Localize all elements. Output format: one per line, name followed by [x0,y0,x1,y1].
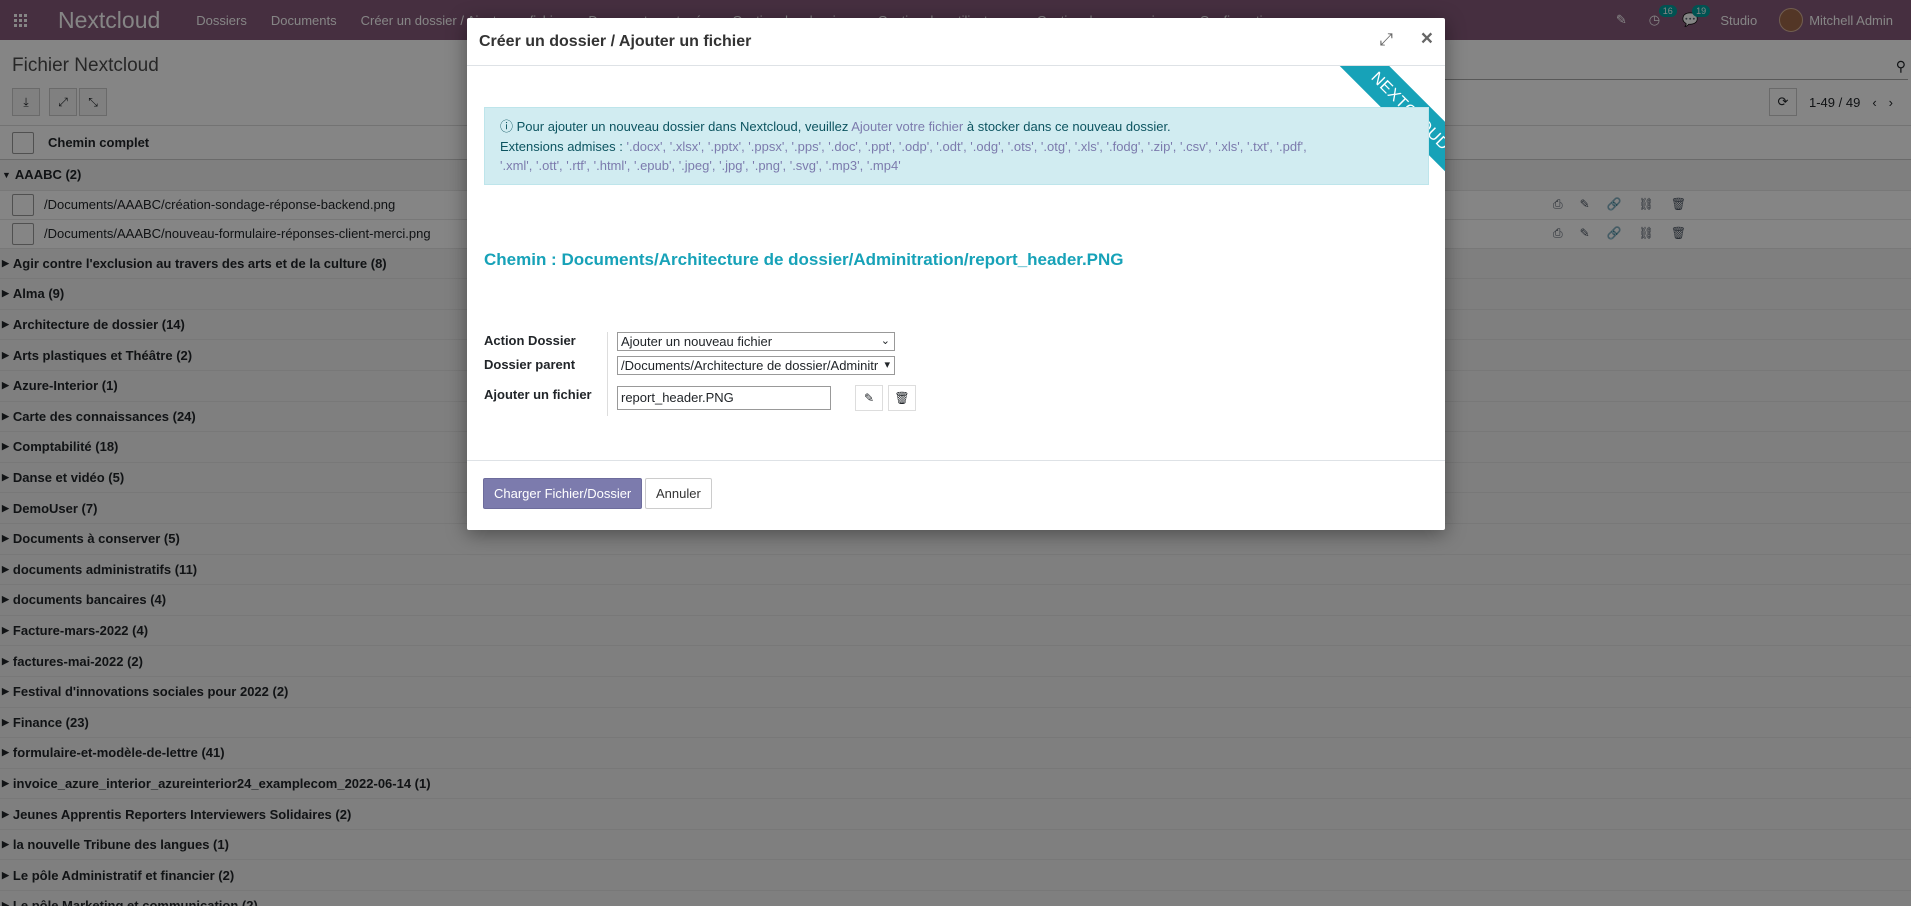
action-label: Action Dossier [484,333,576,348]
chevron-down-icon: ⌄ [880,335,890,347]
parent-folder-value: /Documents/Architecture de dossier/Admin… [621,358,879,373]
action-select-value: Ajouter un nouveau fichier [621,334,773,349]
form-separator [607,332,608,416]
alert-text-suffix: à stocker dans ce nouveau dossier. [966,119,1171,134]
close-icon[interactable]: × [1421,27,1433,51]
dialog-header: Créer un dossier / Ajouter un fichier ⤢ … [467,18,1445,66]
file-label: Ajouter un fichier [484,387,592,402]
extensions-label: Extensions admises : [500,138,623,154]
alert-link[interactable]: Ajouter votre fichier [851,119,963,134]
dialog-footer: Charger Fichier/Dossier Annuler [467,460,1445,530]
parent-folder-select[interactable]: /Documents/Architecture de dossier/Admin… [617,356,895,375]
info-alert: ⓘ Pour ajouter un nouveau dossier dans N… [484,107,1429,185]
action-select[interactable]: Ajouter un nouveau fichier ⌄ [617,332,895,351]
cancel-button[interactable]: Annuler [645,478,712,509]
extensions-list-1: '.docx', '.xlsx', '.pptx', '.ppsx', '.pp… [626,138,1307,154]
caret-down-icon: ▾ [884,359,890,371]
extensions-list-2: '.xml', '.ott', '.rtf', '.html', '.epub'… [500,158,901,173]
file-name-field[interactable]: report_header.PNG [617,386,831,410]
delete-file-button[interactable]: 🗑 [888,385,916,411]
parent-label: Dossier parent [484,357,576,372]
trash-icon: 🗑 [894,391,910,405]
alert-text-prefix: Pour ajouter un nouveau dossier dans Nex… [516,119,849,134]
file-name-value: report_header.PNG [621,390,734,405]
edit-file-button[interactable]: ✎ [855,385,883,411]
path-title: Chemin : Documents/Architecture de dossi… [484,250,1124,269]
pencil-icon: ✎ [863,391,875,405]
upload-button[interactable]: Charger Fichier/Dossier [483,478,643,509]
info-icon: ⓘ [500,119,514,134]
upload-dialog: Créer un dossier / Ajouter un fichier ⤢ … [467,18,1445,530]
dialog-title: Créer un dossier / Ajouter un fichier [479,32,752,50]
expand-dialog-icon[interactable]: ⤢ [1379,30,1393,50]
